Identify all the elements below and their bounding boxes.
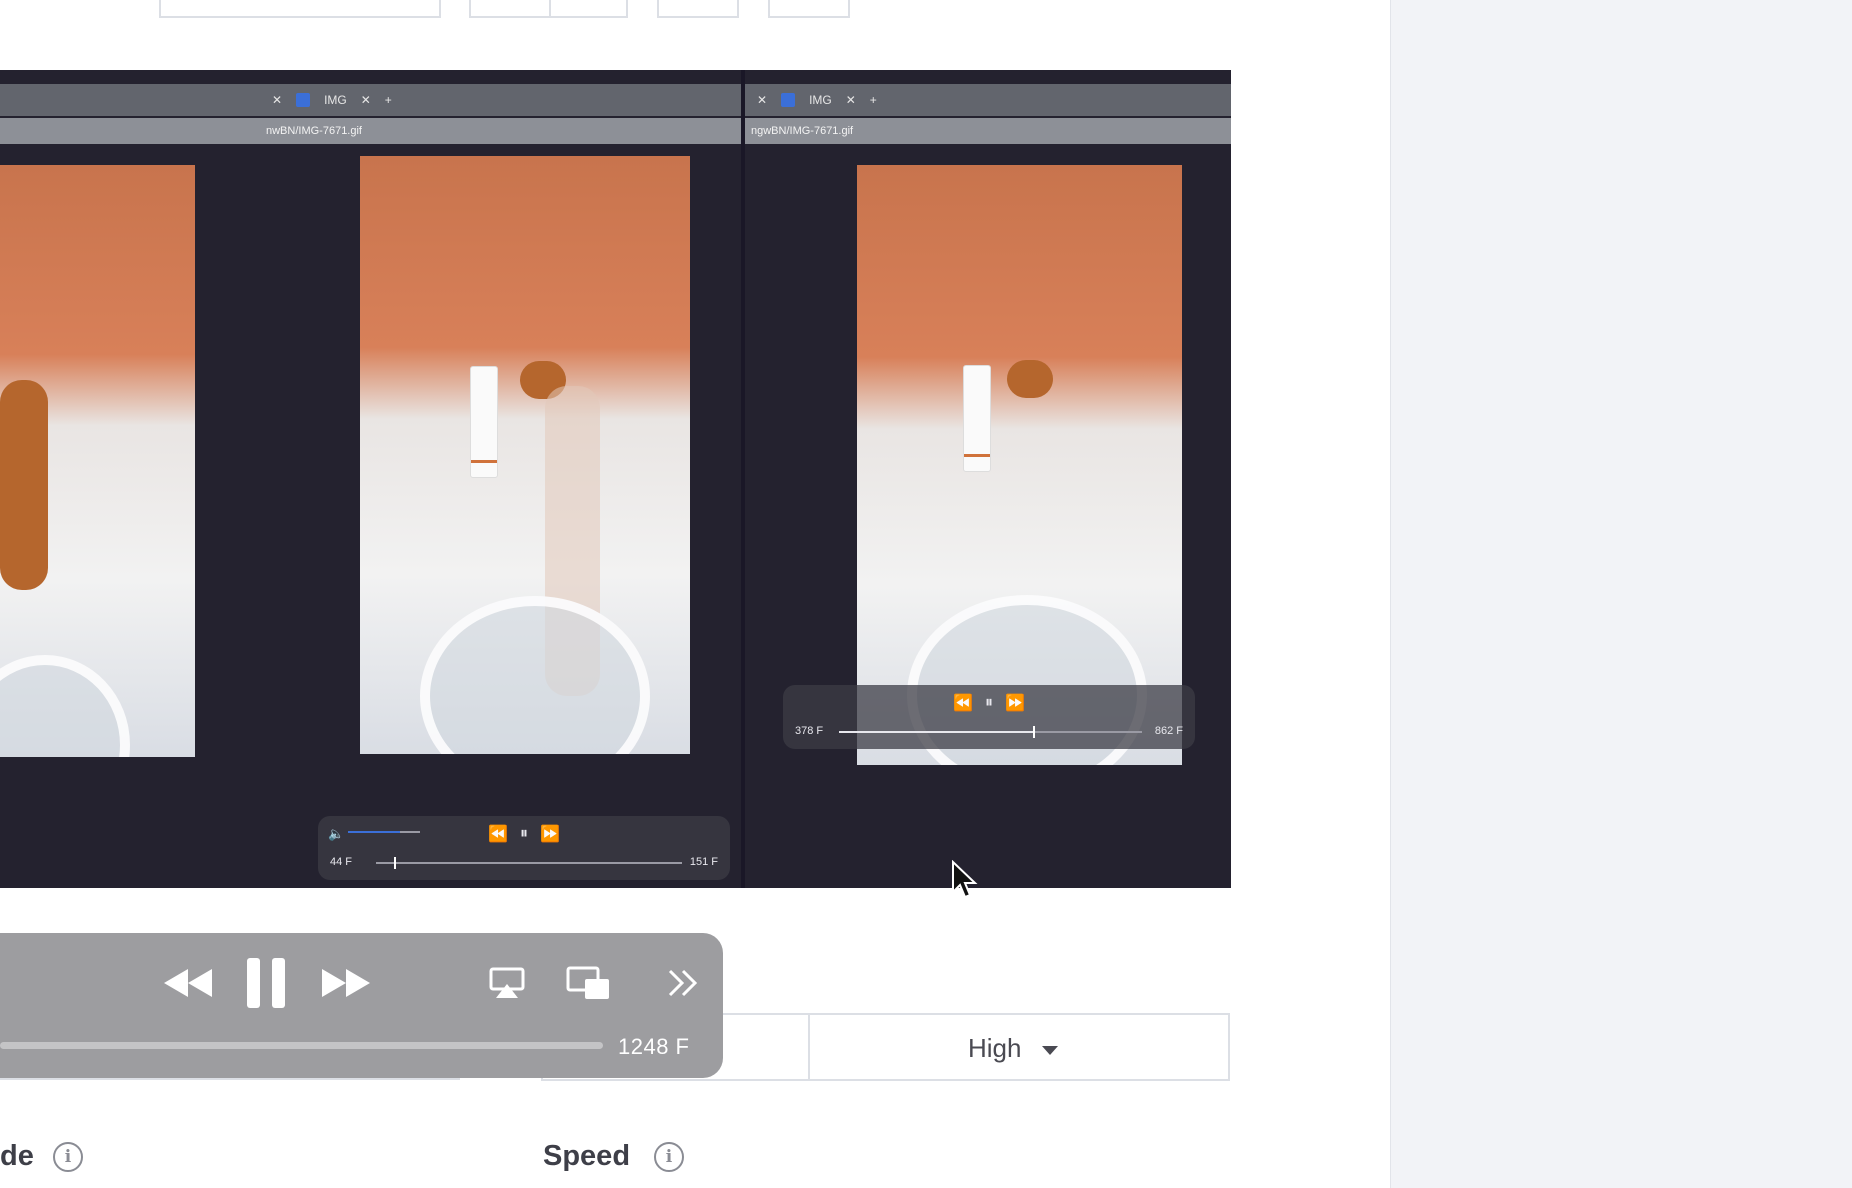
address-bar[interactable]: ngwBN/IMG-7671.gif — [745, 118, 1231, 144]
player-control-bar[interactable]: 1248 F — [0, 933, 723, 1078]
mouse-cursor-icon — [952, 860, 978, 899]
tab-label[interactable]: IMG — [324, 93, 347, 107]
picture-in-picture-button[interactable] — [564, 955, 612, 1011]
frame-progress-track[interactable] — [0, 1042, 603, 1049]
pause-button[interactable] — [244, 955, 288, 1011]
rewind-button[interactable] — [160, 955, 216, 1011]
select-divider — [808, 1015, 810, 1079]
video-frame — [360, 156, 690, 754]
quality-select-value[interactable]: High — [968, 1033, 1021, 1064]
time-left: 44 F — [330, 856, 353, 868]
tab-favicon-icon — [781, 93, 796, 107]
video-panel-left — [0, 70, 260, 888]
tab-favicon-icon — [296, 93, 311, 107]
bowl-shape — [420, 596, 650, 754]
info-icon[interactable]: i — [654, 1142, 684, 1172]
video-panel-middle: ✕ IMG ✕ + nwBN/IMG-7671.gif 🔈 ⏪ ⏸ ⏩ 44 F — [260, 70, 741, 888]
inner-player-controls[interactable]: 🔈 ⏪ ⏸ ⏩ 44 F 151 F — [318, 816, 730, 880]
pause-icon[interactable]: ⏸ — [520, 825, 528, 843]
close-tab-icon[interactable]: ✕ — [361, 93, 371, 107]
frame-count: 1248 F — [618, 1034, 690, 1059]
address-bar[interactable]: nwBN/IMG-7671.gif — [260, 118, 741, 144]
address-bar — [0, 118, 260, 144]
browser-tab-bar — [0, 84, 260, 116]
progress-knob[interactable] — [394, 857, 397, 869]
speed-label: Speed — [543, 1140, 631, 1172]
right-sidebar — [1390, 0, 1852, 1188]
fast-forward-icon[interactable]: ⏩ — [540, 824, 560, 844]
caret-down-icon[interactable] — [1042, 1046, 1058, 1055]
video-frame — [0, 165, 195, 757]
time-left: 378 F — [795, 725, 824, 737]
video-panel-right: ✕ IMG ✕ + ngwBN/IMG-7671.gif ⏪ ⏸ ⏩ 378 F… — [745, 70, 1231, 888]
tab-label[interactable]: IMG — [809, 93, 832, 107]
top-small-box-2[interactable] — [768, 0, 850, 18]
pause-icon — [247, 958, 285, 1008]
rewind-icon — [164, 969, 212, 997]
fast-forward-icon — [322, 969, 370, 997]
browser-tab-bar: ✕ IMG ✕ + — [745, 84, 1231, 116]
fast-forward-icon[interactable]: ⏩ — [1005, 693, 1025, 713]
close-tab-icon[interactable]: ✕ — [272, 93, 282, 107]
rewind-icon[interactable]: ⏪ — [488, 824, 508, 844]
mute-icon[interactable]: 🔈 — [328, 826, 344, 842]
progress-knob[interactable] — [1032, 726, 1035, 738]
volume-fill — [348, 831, 400, 833]
video-preview[interactable]: ✕ IMG ✕ + nwBN/IMG-7671.gif 🔈 ⏪ ⏸ ⏩ 44 F — [0, 70, 1231, 888]
stool-shape — [1007, 360, 1053, 398]
rewind-icon[interactable]: ⏪ — [953, 693, 973, 713]
fast-forward-button[interactable] — [318, 955, 374, 1011]
airplay-button[interactable] — [487, 955, 527, 1011]
stick-shape — [963, 365, 991, 472]
new-tab-icon[interactable]: + — [870, 93, 877, 107]
video-frame — [857, 165, 1182, 765]
mode-label: de — [0, 1140, 34, 1172]
info-icon[interactable]: i — [53, 1142, 83, 1172]
stick-shape — [470, 366, 498, 478]
top-segmented-box[interactable] — [469, 0, 628, 18]
progress-fill — [839, 731, 1033, 733]
picture-in-picture-icon — [566, 966, 609, 999]
inner-player-controls[interactable]: ⏪ ⏸ ⏩ 378 F 862 F — [783, 685, 1195, 749]
browser-tab-bar: ✕ IMG ✕ + — [260, 84, 741, 116]
close-tab-icon[interactable]: ✕ — [846, 93, 856, 107]
more-chevrons-icon — [668, 969, 698, 997]
close-tab-icon[interactable]: ✕ — [757, 93, 767, 107]
new-tab-icon[interactable]: + — [385, 93, 392, 107]
progress-track[interactable] — [376, 862, 682, 864]
stool-shape — [0, 380, 48, 590]
form-divider — [0, 1078, 460, 1080]
pause-icon[interactable]: ⏸ — [985, 694, 993, 712]
bowl-shape — [0, 655, 130, 757]
airplay-icon — [489, 967, 525, 998]
time-right: 151 F — [689, 856, 718, 868]
more-button[interactable] — [666, 955, 700, 1011]
time-right: 862 F — [1154, 725, 1183, 737]
top-input-box[interactable] — [159, 0, 441, 18]
top-small-box[interactable] — [657, 0, 739, 18]
